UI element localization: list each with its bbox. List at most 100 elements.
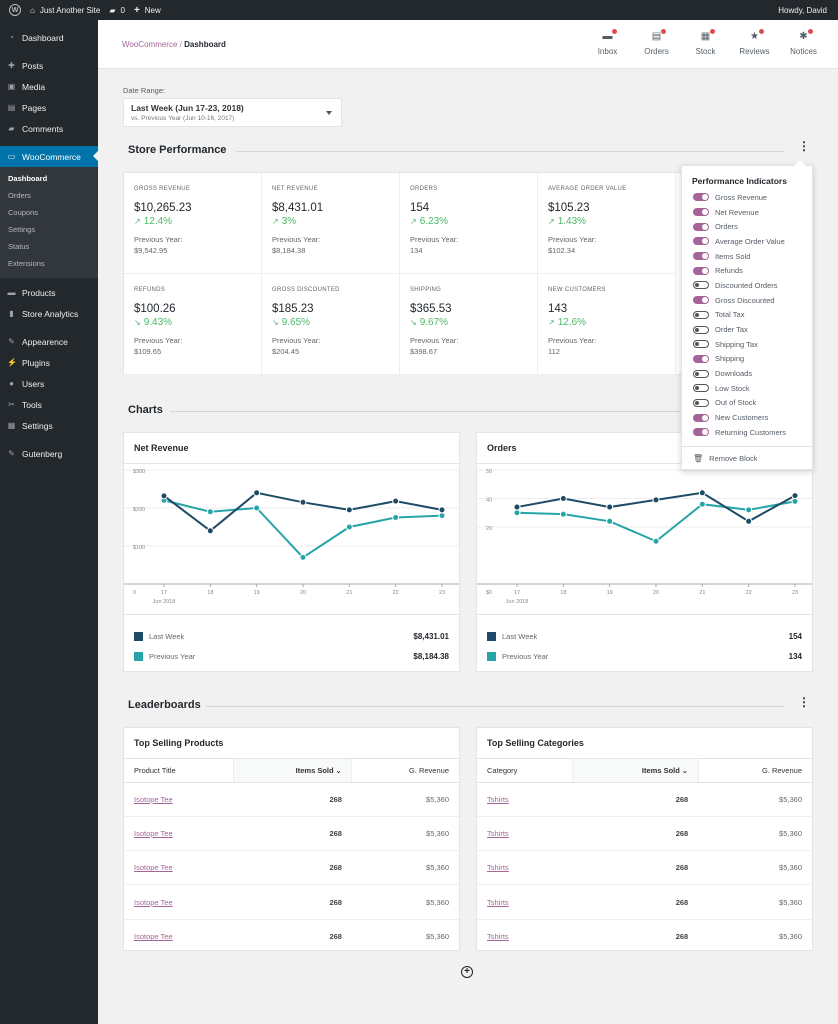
sidebar-item-posts[interactable]: ✚ Posts [0,55,98,76]
toggle-switch[interactable] [693,310,709,319]
indicator-toggle-downloads[interactable]: Downloads [682,366,812,381]
data-point[interactable] [160,492,168,500]
new-content-button[interactable]: + New [134,5,161,16]
performance-card-gross-discounted[interactable]: Gross Discounted $185.23 ↘ 9.65% Previous Ye… [262,274,400,375]
indicator-toggle-refunds[interactable]: Refunds [682,263,812,278]
performance-card-shipping[interactable]: Shipping $365.53 ↘ 9.67% Previous Year: $398.… [400,274,538,375]
toggle-switch[interactable] [693,354,709,363]
site-name-link[interactable]: ⌂ Just Another Site [30,6,100,15]
indicator-toggle-shipping-tax[interactable]: Shipping Tax [682,337,812,352]
toggle-switch[interactable] [693,398,709,407]
sidebar-item-store-analytics[interactable]: ▮ Store Analytics [0,303,98,324]
category-link[interactable]: Tshirts [487,863,509,872]
product-link[interactable]: Isotope Tee [134,898,173,907]
toggle-switch[interactable] [693,252,709,261]
data-point[interactable] [559,495,567,502]
column-header-items-sold[interactable]: Items Sold ⌄ [233,759,353,783]
performance-card-orders[interactable]: Orders 154 ↗ 6.23% Previous Year: 134 [400,173,538,274]
category-link[interactable]: Tshirts [487,932,509,941]
submenu-item-status[interactable]: Status [0,238,98,255]
data-point[interactable] [513,509,521,517]
data-point[interactable] [652,496,660,504]
performance-card-refunds[interactable]: Refunds $100.26 ↘ 9.43% Previous Year: $109.6… [124,274,262,375]
data-point[interactable] [606,503,614,511]
product-link[interactable]: Isotope Tee [134,829,173,838]
data-point[interactable] [745,517,753,525]
column-header-g-revenue[interactable]: G. Revenue [698,759,812,783]
legend-item[interactable]: Previous Year 134 [487,647,802,667]
submenu-item-dashboard[interactable]: Dashboard [0,170,98,187]
indicator-toggle-orders[interactable]: Orders [682,219,812,234]
sidebar-item-pages[interactable]: ▤ Pages [0,97,98,118]
toggle-switch[interactable] [693,193,709,202]
sidebar-item-appearence[interactable]: ✎ Appearence [0,331,98,352]
indicator-toggle-order-tax[interactable]: Order Tax [682,322,812,337]
submenu-item-orders[interactable]: Orders [0,187,98,204]
data-point[interactable] [559,510,567,518]
data-point[interactable] [698,500,706,508]
sidebar-item-users[interactable]: ● Users [0,373,98,394]
product-link[interactable]: Isotope Tee [134,795,173,804]
category-link[interactable]: Tshirts [487,795,509,804]
leaderboards-menu-button[interactable]: ⋮ [798,696,810,708]
indicator-toggle-shipping[interactable]: Shipping [682,352,812,367]
performance-card-new-customers[interactable]: New Customers 143 ↗ 12.6% Previous Year: 112 [538,274,676,375]
indicator-toggle-returning-customers[interactable]: Returning Customers [682,425,812,440]
toggle-switch[interactable] [693,413,709,422]
indicator-toggle-total-tax[interactable]: Total Tax [682,308,812,323]
remove-block-button[interactable]: 🗑 Remove Block [682,447,812,470]
data-point[interactable] [392,514,400,521]
data-point[interactable] [652,537,660,545]
indicator-toggle-out-of-stock[interactable]: Out of Stock [682,396,812,411]
account-menu[interactable]: Howdy, David [778,6,827,15]
indicator-toggle-new-customers[interactable]: New Customers [682,410,812,425]
sidebar-item-media[interactable]: ▣ Media [0,76,98,97]
wordpress-logo-button[interactable]: W [9,4,21,16]
sidebar-item-woocommerce[interactable]: ▭ WooCommerce [0,146,98,167]
sidebar-item-dashboard[interactable]: ◔ Dashboard [0,27,98,48]
product-link[interactable]: Isotope Tee [134,932,173,941]
data-point[interactable] [345,523,353,531]
add-block-button[interactable]: + [461,966,473,978]
column-header-items-sold[interactable]: Items Sold ⌄ [572,759,699,783]
toggle-switch[interactable] [693,325,709,334]
toggle-switch[interactable] [693,369,709,378]
activity-tab-stock[interactable]: ▦ Stock [681,29,730,56]
indicator-toggle-gross-discounted[interactable]: Gross Discounted [682,293,812,308]
data-point[interactable] [345,506,353,514]
data-point[interactable] [299,553,307,561]
category-link[interactable]: Tshirts [487,829,509,838]
activity-tab-orders[interactable]: ▤ Orders [632,29,681,56]
indicator-toggle-low-stock[interactable]: Low Stock [682,381,812,396]
sidebar-item-tools[interactable]: ✂ Tools [0,394,98,415]
date-range-picker[interactable]: Last Week (Jun 17-23, 2018) vs. Previous… [123,98,342,127]
comments-link[interactable]: ▰ 0 [109,6,125,15]
toggle-switch[interactable] [693,340,709,349]
toggle-switch[interactable] [693,296,709,305]
column-header-g-revenue[interactable]: G. Revenue [351,759,459,783]
store-performance-menu-button[interactable]: ⋮ [798,140,810,152]
data-point[interactable] [791,492,799,500]
indicator-toggle-discounted-orders[interactable]: Discounted Orders [682,278,812,293]
activity-tab-reviews[interactable]: ★ Reviews [730,29,779,56]
data-point[interactable] [791,497,799,505]
indicator-toggle-net-revenue[interactable]: Net Revenue [682,205,812,220]
data-point[interactable] [513,503,521,511]
data-point[interactable] [745,506,753,514]
sidebar-item-plugins[interactable]: ⚡ Plugins [0,352,98,373]
toggle-switch[interactable] [693,237,709,246]
performance-card-net-revenue[interactable]: Net Revenue $8,431.01 ↗ 3% Previous Year: $8,… [262,173,400,274]
activity-tab-notices[interactable]: ✱ Notices [779,29,828,56]
activity-tab-inbox[interactable]: ▬ Inbox [583,29,632,56]
data-point[interactable] [438,506,446,514]
data-point[interactable] [392,497,400,505]
toggle-switch[interactable] [693,266,709,275]
indicator-toggle-items-sold[interactable]: Items Sold [682,249,812,264]
column-header-category[interactable]: Category [477,759,573,783]
category-link[interactable]: Tshirts [487,898,509,907]
data-point[interactable] [253,504,261,512]
sidebar-item-settings[interactable]: ▦ Settings [0,415,98,436]
product-link[interactable]: Isotope Tee [134,863,173,872]
indicator-toggle-gross-revenue[interactable]: Gross Revenue [682,190,812,205]
toggle-switch[interactable] [693,281,709,290]
